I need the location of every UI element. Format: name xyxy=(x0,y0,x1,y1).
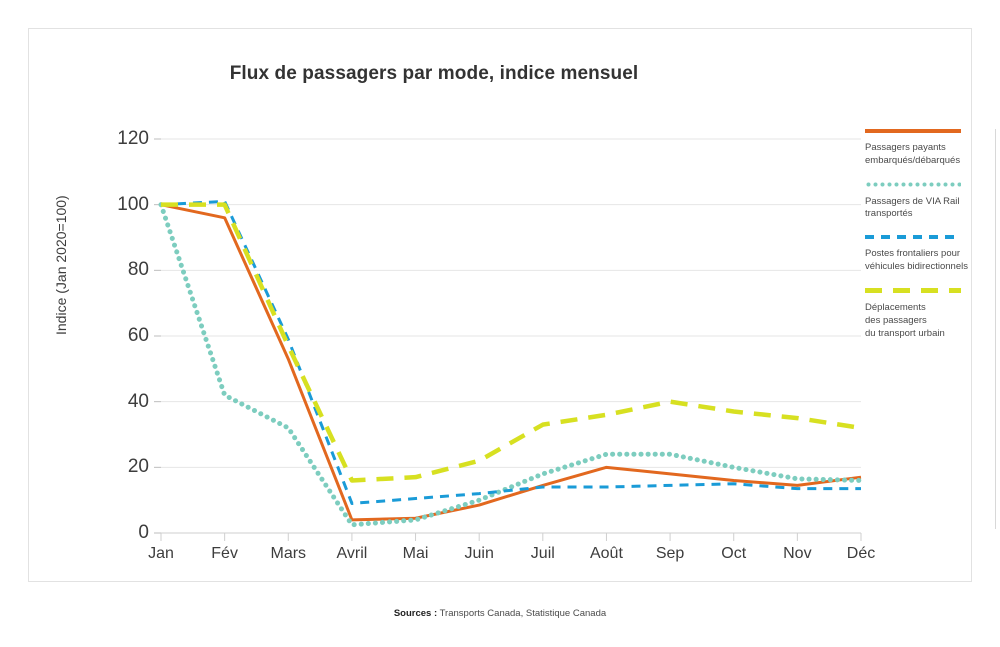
y-tick-label: 20 xyxy=(127,456,149,478)
legend-swatch-icon xyxy=(865,129,961,133)
chart-title: Flux de passagers par mode, indice mensu… xyxy=(229,63,639,84)
legend-label: Postes frontaliers pour véhicules bidirec… xyxy=(865,248,968,273)
series-line-2 xyxy=(158,202,864,528)
source-prefix: Sources : xyxy=(393,608,438,619)
legend-label: Passagers payants embarqués/débarqués xyxy=(865,142,961,166)
y-tick-label: 0 xyxy=(138,522,149,543)
plot-area xyxy=(154,138,864,541)
y-axis-title-holder: Indice (Jan 2020=100) xyxy=(53,139,98,533)
legend-swatch-icon xyxy=(865,181,961,187)
source-text: Transports Canada, Statistique Canada xyxy=(439,608,607,619)
legend-divider xyxy=(995,129,996,529)
legend-swatch-icon xyxy=(865,235,961,240)
legend-item-2[interactable]: Passagers de VIA Rail transportés xyxy=(865,181,969,222)
legend-label: Passagers de VIA Rail transportés xyxy=(865,195,960,220)
y-tick-label: 60 xyxy=(127,325,149,346)
y-tick-label: 100 xyxy=(117,193,149,215)
y-tick-label: 120 xyxy=(117,128,149,149)
chart-legend: Passagers payants embarqués/débarqués Pass… xyxy=(865,129,969,354)
series-line-3 xyxy=(160,199,861,505)
legend-swatch-icon xyxy=(865,287,961,293)
y-tick-label: 40 xyxy=(127,390,149,412)
legend-item-4[interactable]: Déplacements des passagers du transport ur… xyxy=(865,287,969,340)
y-tick-label: 80 xyxy=(127,259,149,281)
y-axis-title: Indice (Jan 2020=100) xyxy=(53,195,69,335)
series-line-4 xyxy=(161,202,862,483)
chart-card: Flux de passagers par mode, indice mensu… xyxy=(28,28,996,582)
chart-page: Flux de passagers par mode, indice mensu… xyxy=(0,0,1000,647)
series-line-1 xyxy=(160,203,862,522)
legend-item-1[interactable]: Passagers payants embarqués/débarqués xyxy=(865,129,969,168)
line-chart-svg xyxy=(154,138,864,541)
x-tick-label: Déc xyxy=(846,545,876,562)
legend-label: Déplacements des passagers du transport ur… xyxy=(865,301,945,339)
legend-item-3[interactable]: Postes frontaliers pour véhicules bidirec… xyxy=(865,235,969,274)
source-note: Sources : Transports Canada, Statistique… xyxy=(0,608,1000,619)
x-axis-tick-labels: Jan Fév Mars Avril Mai Juin Juil Août Sep Oct Nov D… xyxy=(148,545,875,569)
